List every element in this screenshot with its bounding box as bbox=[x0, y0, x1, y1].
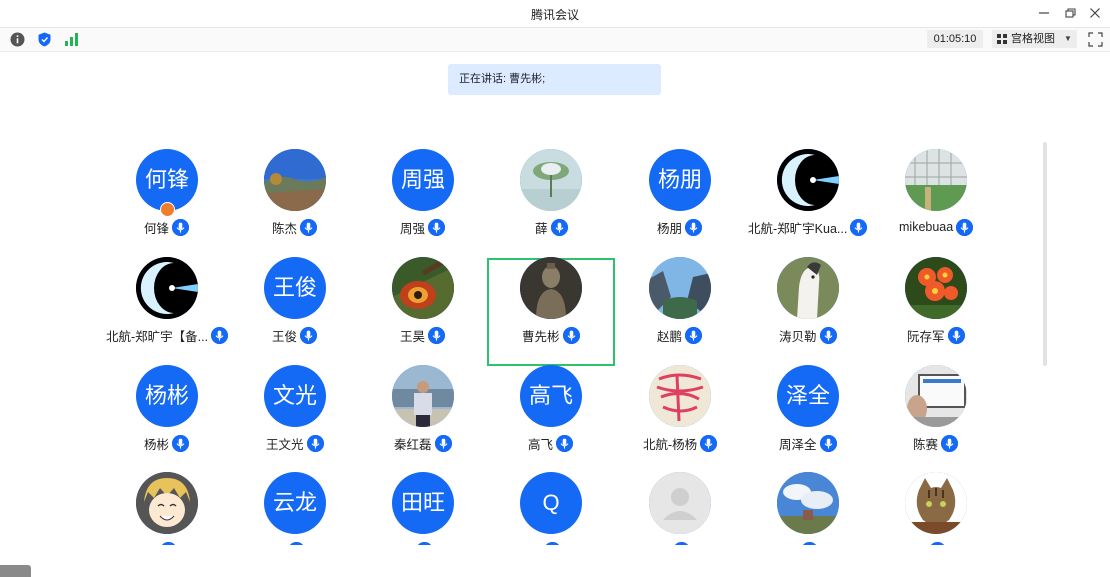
participant-avatar[interactable] bbox=[136, 472, 198, 534]
participant-name: 王文光 bbox=[266, 437, 304, 452]
microphone-icon bbox=[300, 218, 318, 236]
participant-name: 何锋 bbox=[144, 221, 170, 236]
participant-avatar[interactable]: 杨彬 bbox=[136, 365, 198, 427]
participant-name-row: 北航-杨杨 bbox=[643, 434, 718, 452]
participant-avatar[interactable]: 泽全 bbox=[777, 365, 839, 427]
microphone-icon bbox=[819, 326, 837, 344]
participant-name: 北航-郑旷宇【备... bbox=[106, 329, 209, 344]
microphone-icon bbox=[428, 218, 446, 236]
participant-name-row: 王俊 bbox=[272, 326, 318, 344]
participant-avatar[interactable] bbox=[392, 365, 454, 427]
participant-avatar[interactable] bbox=[649, 365, 711, 427]
participant-avatar[interactable]: 文光 bbox=[264, 365, 326, 427]
participant-name: 王昊 bbox=[400, 329, 426, 344]
participant-avatar[interactable]: 杨朋 bbox=[649, 149, 711, 211]
microphone-icon bbox=[685, 326, 703, 344]
participant-name-row: 高飞 bbox=[528, 434, 574, 452]
participant-name: 秦红磊 bbox=[394, 437, 432, 452]
participant-name-row: 陈赛 bbox=[913, 434, 959, 452]
microphone-icon bbox=[306, 434, 324, 452]
participant-name-row: 王文光 bbox=[266, 434, 324, 452]
participant-name: 北航-郑旷宇Kua... bbox=[748, 221, 848, 236]
microphone-icon bbox=[685, 218, 703, 236]
participant-avatar[interactable] bbox=[649, 472, 711, 534]
participant-name-row: 赵鹏 bbox=[657, 326, 703, 344]
microphone-icon bbox=[819, 434, 837, 452]
microphone-icon bbox=[556, 434, 574, 452]
grid-scrollbar[interactable] bbox=[1043, 142, 1047, 366]
participant-name-row: 薛 bbox=[535, 218, 568, 236]
participant-name: mikebuaa bbox=[899, 220, 954, 234]
participant-name-row: 曹先彬 bbox=[522, 326, 580, 344]
participant-name-row: 阮存军 bbox=[907, 326, 965, 344]
participant-name: 杨朋 bbox=[657, 221, 683, 236]
microphone-icon bbox=[947, 326, 965, 344]
participant-name-row: 涛贝勒 bbox=[779, 326, 837, 344]
host-badge-icon bbox=[160, 202, 175, 217]
participant-name: 陈赛 bbox=[913, 437, 939, 452]
participant-avatar[interactable] bbox=[520, 149, 582, 211]
participant-name: 高飞 bbox=[528, 437, 554, 452]
participant-avatar[interactable] bbox=[520, 257, 582, 319]
participant-name-row: 杨彬 bbox=[144, 434, 190, 452]
participant-avatar[interactable] bbox=[777, 149, 839, 211]
participant-avatar[interactable]: 田旺 bbox=[392, 472, 454, 534]
microphone-icon bbox=[550, 218, 568, 236]
microphone-icon bbox=[434, 434, 452, 452]
expand-toolbar-tab[interactable] bbox=[0, 565, 31, 577]
microphone-icon bbox=[956, 218, 974, 236]
participant-name-row: 周泽全 bbox=[779, 434, 837, 452]
bottom-area bbox=[0, 545, 1110, 577]
microphone-icon bbox=[300, 326, 318, 344]
participant-name: 薛 bbox=[535, 221, 548, 236]
microphone-icon bbox=[172, 218, 190, 236]
participant-name: 周泽全 bbox=[779, 437, 817, 452]
participant-avatar[interactable]: 王俊 bbox=[264, 257, 326, 319]
participant-avatar[interactable] bbox=[136, 257, 198, 319]
participant-name-row: 王昊 bbox=[400, 326, 446, 344]
participant-name-row: 秦红磊 bbox=[394, 434, 452, 452]
microphone-icon bbox=[941, 434, 959, 452]
participant-name: 涛贝勒 bbox=[779, 329, 817, 344]
participant-avatar[interactable]: Q bbox=[520, 472, 582, 534]
participant-avatar[interactable] bbox=[905, 472, 967, 534]
participant-name: 曹先彬 bbox=[522, 329, 560, 344]
participant-avatar[interactable] bbox=[777, 257, 839, 319]
participant-name-row: 陈杰 bbox=[272, 218, 318, 236]
participant-name: 北航-杨杨 bbox=[643, 437, 698, 452]
participant-avatar[interactable] bbox=[264, 149, 326, 211]
participant-avatar[interactable]: 云龙 bbox=[264, 472, 326, 534]
microphone-icon bbox=[850, 218, 868, 236]
participant-name-row: 何锋 bbox=[144, 218, 190, 236]
participant-name-row: 周强 bbox=[400, 218, 446, 236]
participant-name: 杨彬 bbox=[144, 437, 170, 452]
participant-grid: 何锋 何锋 陈杰 周强 周强薛杨朋 杨朋 北航-郑旷宇Kua... mikebuaa 北航-郑旷… bbox=[0, 0, 1110, 545]
participant-avatar[interactable] bbox=[777, 472, 839, 534]
participant-avatar[interactable]: 高飞 bbox=[520, 365, 582, 427]
participant-name: 周强 bbox=[400, 221, 426, 236]
participant-name-row: mikebuaa bbox=[899, 218, 974, 236]
participant-name-row: 北航-郑旷宇Kua... bbox=[748, 218, 868, 236]
participant-avatar[interactable] bbox=[905, 149, 967, 211]
microphone-icon bbox=[172, 434, 190, 452]
participant-name: 陈杰 bbox=[272, 221, 298, 236]
participant-avatar[interactable]: 周强 bbox=[392, 149, 454, 211]
participant-avatar[interactable] bbox=[905, 257, 967, 319]
participant-name: 阮存军 bbox=[907, 329, 945, 344]
participant-avatar[interactable] bbox=[392, 257, 454, 319]
participant-name: 王俊 bbox=[272, 329, 298, 344]
microphone-icon bbox=[211, 326, 229, 344]
microphone-icon bbox=[562, 326, 580, 344]
microphone-icon bbox=[428, 326, 446, 344]
participant-avatar[interactable] bbox=[649, 257, 711, 319]
microphone-icon bbox=[700, 434, 718, 452]
participant-avatar[interactable] bbox=[905, 365, 967, 427]
participant-name: 赵鹏 bbox=[657, 329, 683, 344]
participant-name-row: 杨朋 bbox=[657, 218, 703, 236]
participant-name-row: 北航-郑旷宇【备... bbox=[106, 326, 229, 344]
